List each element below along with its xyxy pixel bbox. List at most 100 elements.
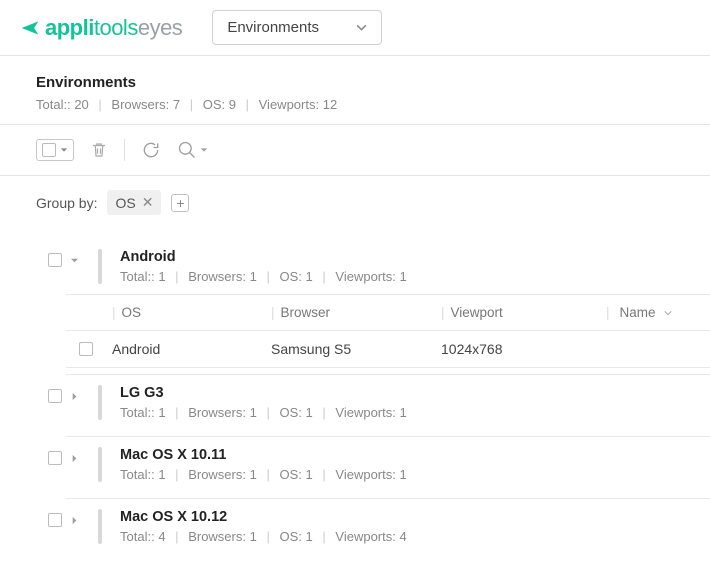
stat-sep: | (322, 529, 325, 544)
stat-sep: | (322, 269, 325, 284)
select-all-combo[interactable] (36, 139, 74, 161)
groupby-chip-label: OS (115, 195, 135, 211)
cell-viewport: 1024x768 (441, 341, 606, 357)
group-controls (48, 509, 88, 527)
select-all-checkbox[interactable] (42, 143, 56, 157)
trash-icon (90, 140, 108, 160)
group-lg-g3: LG G3 Total:: 1 | Browsers: 1 | OS: 1 | … (36, 377, 710, 437)
groupby-chip[interactable]: OS ✕ (107, 190, 161, 215)
page-header: Environments Total:: 20 | Browsers: 7 | … (0, 56, 710, 125)
gs-browsers-label: Browsers: (188, 467, 246, 482)
toolbar (0, 125, 710, 176)
group-name: Mac OS X 10.12 (120, 509, 407, 525)
gs-viewports-label: Viewports: (335, 269, 395, 284)
group-stats: Total:: 4 | Browsers: 1 | OS: 1 | Viewpo… (120, 529, 407, 544)
group-header: Mac OS X 10.11 Total:: 1 | Browsers: 1 |… (36, 439, 710, 492)
group-checkbox[interactable] (48, 253, 62, 267)
group-table: |OS |Browser |Viewport |Name Android Sam… (36, 294, 710, 368)
add-group-button[interactable]: + (171, 194, 189, 212)
gs-os-value: 1 (306, 405, 313, 420)
group-controls (48, 447, 88, 465)
group-body: Android Total:: 1 | Browsers: 1 | OS: 1 … (112, 249, 407, 284)
stat-sep: | (246, 97, 249, 112)
gs-os-label: OS: (279, 529, 301, 544)
plus-icon: + (176, 196, 184, 210)
group-checkbox[interactable] (48, 513, 62, 527)
th-viewport[interactable]: |Viewport (441, 305, 606, 320)
delete-button[interactable] (90, 140, 108, 160)
gs-os-value: 1 (306, 269, 313, 284)
group-accent-bar (98, 385, 102, 420)
stat-sep: | (266, 405, 269, 420)
group-stats: Total:: 1 | Browsers: 1 | OS: 1 | Viewpo… (120, 467, 407, 482)
stat-sep: | (266, 467, 269, 482)
group-checkbox[interactable] (48, 451, 62, 465)
stat-sep: | (266, 529, 269, 544)
group-stats: Total:: 1 | Browsers: 1 | OS: 1 | Viewpo… (120, 269, 407, 284)
refresh-button[interactable] (141, 140, 161, 160)
gs-viewports-label: Viewports: (335, 405, 395, 420)
gs-viewports-value: 1 (399, 405, 406, 420)
stat-viewports-label: Viewports: (259, 97, 319, 112)
groupby-label: Group by: (36, 195, 97, 211)
gs-total-label: Total:: (120, 529, 155, 544)
gs-viewports-label: Viewports: (335, 529, 395, 544)
stat-browsers-value: 7 (173, 97, 180, 112)
gs-total-label: Total:: (120, 269, 155, 284)
stat-os-label: OS: (203, 97, 225, 112)
th-os[interactable]: |OS (106, 305, 271, 320)
logo-mark-icon (20, 18, 40, 38)
stat-browsers-label: Browsers: (111, 97, 169, 112)
group-controls (48, 385, 88, 403)
stat-sep: | (175, 529, 178, 544)
gs-browsers-label: Browsers: (188, 405, 246, 420)
th-browser[interactable]: |Browser (271, 305, 441, 320)
stat-sep: | (266, 269, 269, 284)
collapse-icon[interactable] (70, 256, 79, 265)
stat-sep: | (322, 467, 325, 482)
expand-icon[interactable] (70, 392, 79, 401)
cell-browser: Samsung S5 (271, 341, 441, 357)
logo: applitoolseyes (20, 15, 182, 41)
logo-part3: eyes (138, 15, 182, 40)
expand-icon[interactable] (70, 454, 79, 463)
gs-total-value: 1 (158, 405, 165, 420)
logo-part1: appli (45, 15, 94, 40)
close-icon[interactable]: ✕ (142, 194, 154, 211)
gs-total-label: Total:: (120, 405, 155, 420)
page-stats: Total:: 20 | Browsers: 7 | OS: 9 | Viewp… (36, 97, 674, 112)
group-name: LG G3 (120, 385, 407, 401)
group-name: Android (120, 249, 407, 265)
th-name[interactable]: |Name (606, 305, 710, 320)
group-divider (66, 436, 710, 437)
gs-total-value: 1 (158, 269, 165, 284)
nav-dropdown[interactable]: Environments (212, 10, 382, 45)
gs-browsers-value: 1 (250, 269, 257, 284)
expand-icon[interactable] (70, 516, 79, 525)
gs-os-label: OS: (279, 467, 301, 482)
group-controls (48, 249, 88, 267)
gs-os-value: 1 (306, 467, 313, 482)
search-button[interactable] (177, 140, 208, 160)
gs-total-label: Total:: (120, 467, 155, 482)
stat-sep: | (175, 269, 178, 284)
gs-os-label: OS: (279, 269, 301, 284)
group-body: LG G3 Total:: 1 | Browsers: 1 | OS: 1 | … (112, 385, 407, 420)
group-body: Mac OS X 10.11 Total:: 1 | Browsers: 1 |… (112, 447, 407, 482)
group-divider (66, 498, 710, 499)
table-header: |OS |Browser |Viewport |Name (66, 294, 710, 330)
nav-dropdown-label: Environments (227, 19, 319, 36)
gs-browsers-value: 1 (250, 467, 257, 482)
caret-down-icon (60, 146, 68, 154)
row-checkbox[interactable] (79, 342, 93, 356)
group-accent-bar (98, 249, 102, 284)
stat-os-value: 9 (229, 97, 236, 112)
chevron-down-icon (356, 22, 367, 33)
group-checkbox[interactable] (48, 389, 62, 403)
cell-os: Android (106, 341, 271, 357)
group-accent-bar (98, 447, 102, 482)
table-row[interactable]: Android Samsung S5 1024x768 (66, 330, 710, 368)
group-header: Mac OS X 10.12 Total:: 4 | Browsers: 1 |… (36, 501, 710, 554)
gs-viewports-label: Viewports: (335, 467, 395, 482)
stat-sep: | (190, 97, 193, 112)
